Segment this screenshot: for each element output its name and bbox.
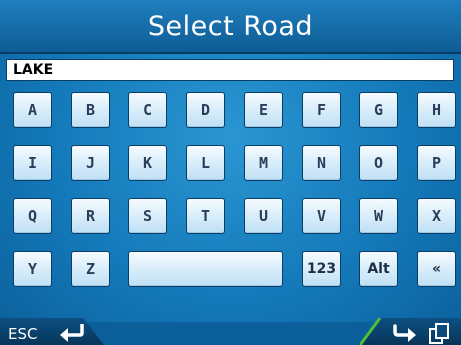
key-w[interactable]: W — [359, 198, 398, 234]
key-d[interactable]: D — [186, 92, 225, 128]
title-bar: Select Road — [0, 0, 461, 54]
next-arrow-icon[interactable] — [392, 324, 418, 342]
esc-label: ESC — [8, 325, 38, 343]
space-key[interactable] — [128, 251, 283, 287]
alt-key[interactable]: Alt — [359, 251, 398, 287]
key-y[interactable]: Y — [13, 251, 52, 287]
key-b[interactable]: B — [71, 92, 110, 128]
key-h[interactable]: H — [417, 92, 456, 128]
key-z[interactable]: Z — [71, 251, 110, 287]
key-a[interactable]: A — [13, 92, 52, 128]
key-q[interactable]: Q — [13, 198, 52, 234]
backspace-key[interactable]: « — [417, 251, 456, 287]
numbers-key[interactable]: 123 — [302, 251, 341, 287]
road-search-input[interactable]: LAKE — [6, 59, 454, 81]
key-r[interactable]: R — [71, 198, 110, 234]
key-v[interactable]: V — [302, 198, 341, 234]
screen: Select Road LAKE A B C D E F G H I J K L… — [0, 0, 461, 345]
key-f[interactable]: F — [302, 92, 341, 128]
key-s[interactable]: S — [128, 198, 167, 234]
key-c[interactable]: C — [128, 92, 167, 128]
key-g[interactable]: G — [359, 92, 398, 128]
key-i[interactable]: I — [13, 145, 52, 181]
key-x[interactable]: X — [417, 198, 456, 234]
page-title: Select Road — [147, 10, 314, 42]
return-arrow-icon — [60, 324, 84, 342]
key-e[interactable]: E — [244, 92, 283, 128]
key-p[interactable]: P — [417, 145, 456, 181]
key-k[interactable]: K — [128, 145, 167, 181]
key-m[interactable]: M — [244, 145, 283, 181]
key-l[interactable]: L — [186, 145, 225, 181]
key-o[interactable]: O — [359, 145, 398, 181]
key-j[interactable]: J — [71, 145, 110, 181]
copy-icon[interactable] — [428, 322, 452, 344]
key-u[interactable]: U — [244, 198, 283, 234]
key-n[interactable]: N — [302, 145, 341, 181]
key-t[interactable]: T — [186, 198, 225, 234]
